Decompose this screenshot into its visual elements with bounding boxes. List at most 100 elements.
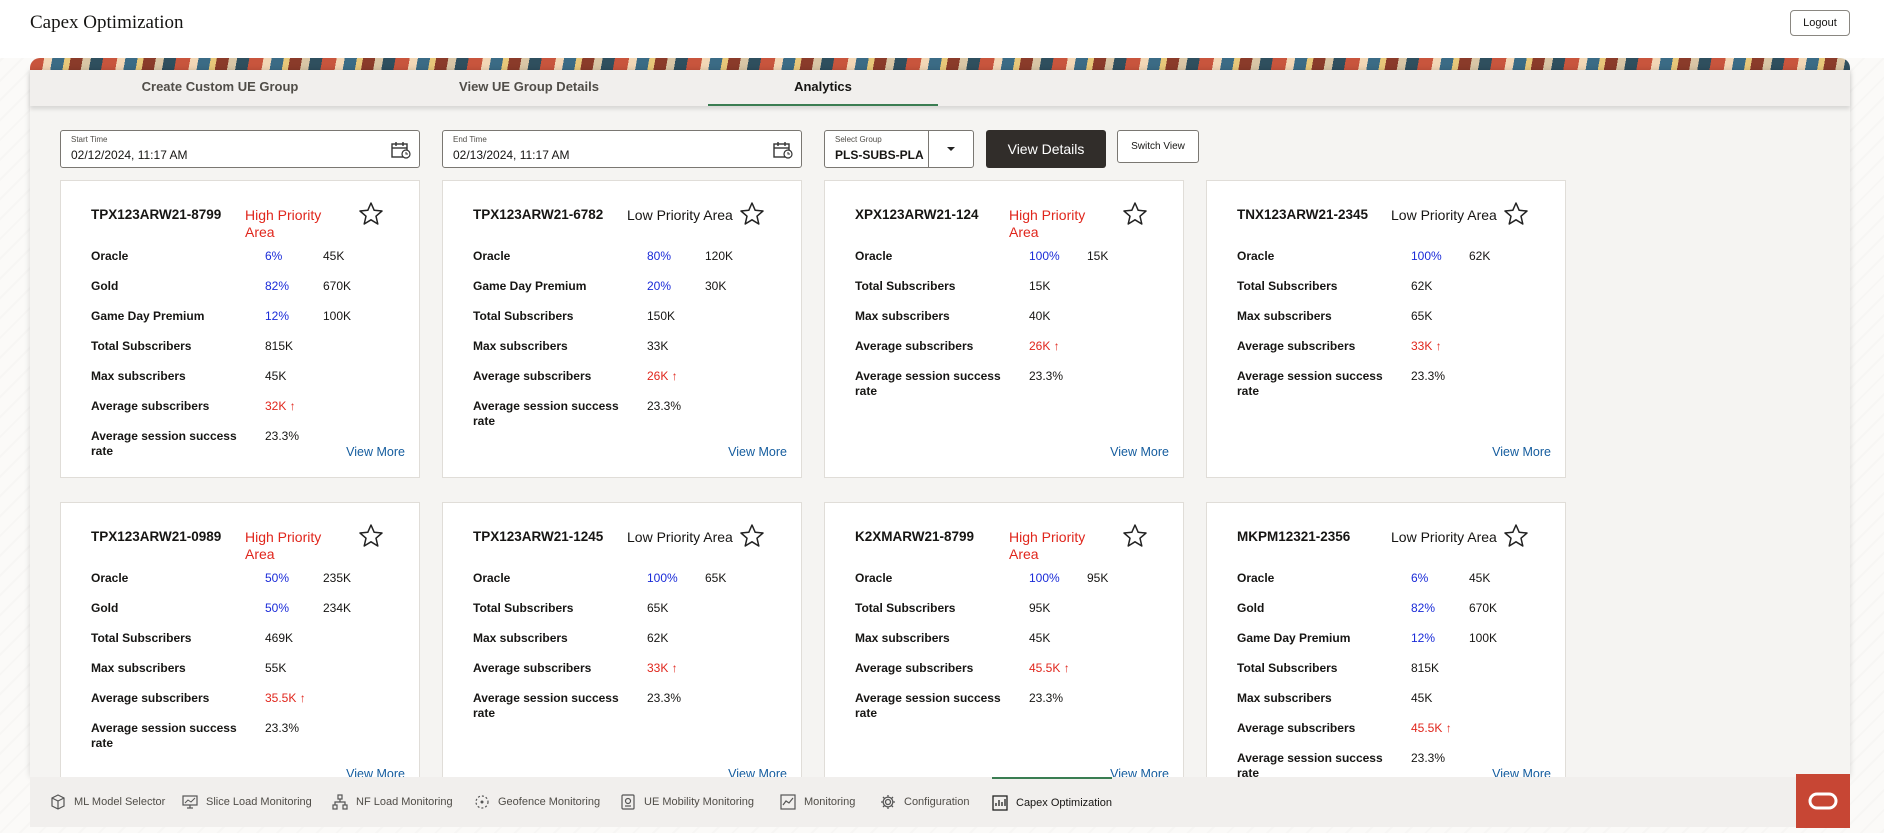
switch-view-button[interactable]: Switch View [1117,130,1199,163]
calendar-icon[interactable] [391,141,411,159]
metric-value: 23.3% [265,429,300,443]
nav-ue-mobility-monitoring[interactable]: UE Mobility Monitoring [620,777,754,827]
nav-geofence-monitoring[interactable]: Geofence Monitoring [474,777,600,827]
metric-value: 62K [647,631,669,645]
metric-row: Gold 82% 670K [91,279,411,309]
bottom-navigation: ML Model Selector Slice Load Monitoring … [30,777,1820,827]
metric-count: 235K [323,571,352,585]
metric-row: Oracle 80% 120K [473,249,793,279]
favorite-star-icon[interactable] [1503,201,1529,227]
metric-label: Average session success rate [855,691,1001,720]
priority-label: Low Priority Area [1391,207,1497,223]
device-icon [621,794,635,810]
network-icon [332,794,348,810]
metric-label: Average subscribers [855,339,974,353]
metric-row: Gold 82% 670K [1237,601,1557,631]
metric-count: 45K [1469,571,1491,585]
chevron-down-icon[interactable] [943,141,959,157]
nav-capex-optimization[interactable]: Capex Optimization [992,777,1112,827]
metric-value: 62K [1411,279,1433,293]
select-group-dropdown[interactable]: Select Group PLS-SUBS-PLA [824,130,974,168]
metrics-list: Oracle 100% 95K Total Subscribers 95K Max sub… [855,571,1175,721]
favorite-star-icon[interactable] [1503,523,1529,549]
metric-value: 23.3% [647,691,682,705]
calendar-icon[interactable] [773,141,793,159]
metric-value: 12% [265,309,290,323]
metric-value: 815K [265,339,294,353]
nav-label: Capex Optimization [1016,797,1112,809]
area-id: TPX123ARW21-8799 [91,207,222,222]
favorite-star-icon[interactable] [358,201,384,227]
start-time-value: 02/12/2024, 11:17 AM [71,148,188,162]
nav-configuration[interactable]: Configuration [880,777,969,827]
chart-icon [780,794,796,810]
favorite-star-icon[interactable] [1122,201,1148,227]
start-time-field[interactable]: Start Time 02/12/2024, 11:17 AM [60,130,420,168]
favorite-star-icon[interactable] [1122,523,1148,549]
area-card: TPX123ARW21-0989 High Priority Area Oracle… [60,502,420,800]
metric-row: Average session success rate 23.3% [855,369,1175,399]
metric-label: Gold [1237,601,1265,615]
metric-value: 469K [265,631,294,645]
view-more-link[interactable]: View More [346,445,405,459]
metric-label: Average session success rate [91,721,237,750]
metric-label: Average subscribers [1237,339,1356,353]
metric-label: Oracle [91,571,129,585]
metric-value: 35.5K ↑ [265,691,306,705]
oracle-assistant-button[interactable] [1796,774,1850,828]
metric-row: Average subscribers 26K ↑ [473,369,793,399]
metric-row: Average subscribers 35.5K ↑ [91,691,411,721]
metric-count: 234K [323,601,352,615]
priority-label: Low Priority Area [627,529,733,545]
metric-count: 670K [323,279,352,293]
metrics-list: Oracle 100% 65K Total Subscribers 65K Max sub… [473,571,793,721]
metric-row: Oracle 100% 62K [1237,249,1557,279]
metric-row: Average subscribers 26K ↑ [855,339,1175,369]
metric-value: 23.3% [1029,691,1064,705]
capex-icon [992,795,1008,811]
metric-label: Game Day Premium [473,279,587,293]
view-details-button[interactable]: View Details [986,130,1106,168]
metric-value: 23.3% [265,721,300,735]
metric-row: Oracle 100% 95K [855,571,1175,601]
header: Capex Optimization Logout [0,0,1884,58]
metric-row: Average session success rate 23.3% [473,399,793,429]
nav-nf-load-monitoring[interactable]: NF Load Monitoring [332,777,453,827]
area-id: K2XMARW21-8799 [855,529,975,544]
metric-label: Oracle [473,249,511,263]
metric-row: Max subscribers 55K [91,661,411,691]
view-more-link[interactable]: View More [728,445,787,459]
metric-row: Oracle 100% 65K [473,571,793,601]
end-time-field[interactable]: End Time 02/13/2024, 11:17 AM [442,130,802,168]
favorite-star-icon[interactable] [358,523,384,549]
metric-row: Average subscribers 33K ↑ [1237,339,1557,369]
geofence-icon [475,795,489,809]
nav-slice-load-monitoring[interactable]: Slice Load Monitoring [182,777,312,827]
metric-label: Average session success rate [1237,369,1383,398]
tab-analytics[interactable]: Analytics [708,70,938,106]
nav-label: Geofence Monitoring [498,796,601,808]
metric-count: 100K [1469,631,1498,645]
metric-row: Total Subscribers 815K [91,339,411,369]
nav-monitoring[interactable]: Monitoring [780,777,855,827]
metric-row: Average subscribers 32K ↑ [91,399,411,429]
metric-label: Oracle [855,249,893,263]
metric-label: Average session success rate [91,429,237,458]
metric-label: Max subscribers [855,309,950,323]
metric-count: 670K [1469,601,1498,615]
view-more-link[interactable]: View More [1110,445,1169,459]
metric-row: Average session success rate 23.3% [473,691,793,721]
oracle-logo-icon [1808,792,1838,810]
logout-button[interactable]: Logout [1790,10,1850,36]
priority-label: High Priority Area [1009,207,1086,240]
view-more-link[interactable]: View More [1492,445,1551,459]
favorite-star-icon[interactable] [739,201,765,227]
tab-create-custom-ue-group[interactable]: Create Custom UE Group [105,70,335,106]
tab-view-ue-group-details[interactable]: View UE Group Details [414,70,644,106]
metric-row: Average subscribers 33K ↑ [473,661,793,691]
metric-row: Max subscribers 45K [91,369,411,399]
favorite-star-icon[interactable] [739,523,765,549]
metric-value: 20% [647,279,672,293]
nav-ml-model-selector[interactable]: ML Model Selector [50,777,165,827]
metric-value: 95K [1029,601,1051,615]
